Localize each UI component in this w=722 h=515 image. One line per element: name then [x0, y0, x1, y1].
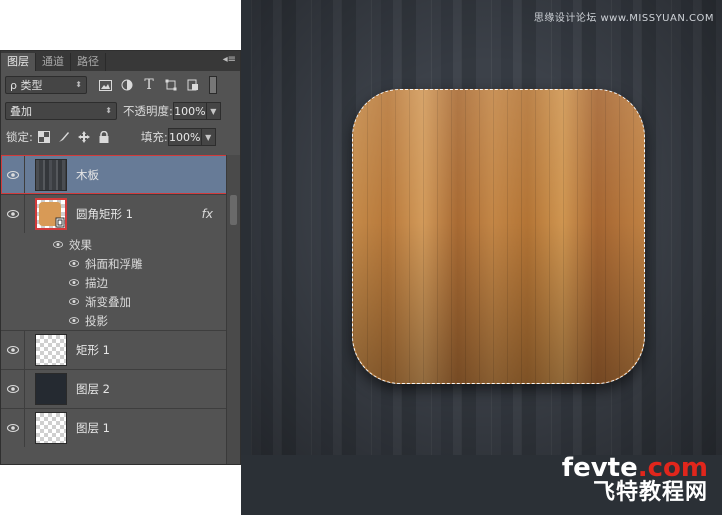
filter-toggle[interactable]: [209, 76, 217, 94]
layer-name[interactable]: 图层 1: [76, 420, 110, 436]
watermark-text: 思缘设计论坛 www.MISSYUAN.COM: [533, 13, 714, 24]
fill-dropdown-button[interactable]: ▼: [201, 128, 216, 146]
filter-kind-label: ρ 类型: [10, 79, 43, 92]
tab-channels[interactable]: 通道: [36, 53, 71, 71]
layers-list: 木板 圆角矩形 1 fx 效果 斜面和浮雕 描边 渐变叠加 投影 矩形 1 图层…: [1, 155, 227, 464]
layer-name[interactable]: 图层 2: [76, 381, 110, 397]
tab-paths[interactable]: 路径: [71, 53, 106, 71]
wood-rounded-icon-selection[interactable]: [352, 89, 645, 384]
text-filter-icon[interactable]: T: [141, 77, 157, 93]
visibility-eye-icon[interactable]: [1, 195, 25, 233]
layer-thumbnail: [35, 334, 67, 366]
lock-pixels-icon[interactable]: [57, 130, 71, 144]
opacity-input[interactable]: 100%: [172, 102, 207, 120]
visibility-eye-icon[interactable]: [1, 331, 25, 369]
opacity-dropdown-button[interactable]: ▼: [206, 102, 221, 120]
fill-label: 填充:: [140, 130, 168, 144]
visibility-eye-icon: [69, 260, 79, 267]
layer-thumbnail: [35, 159, 67, 191]
lock-label: 锁定:: [6, 130, 33, 144]
updown-arrow-icon: ⬍: [75, 80, 82, 89]
scrollbar-thumb[interactable]: [230, 195, 237, 225]
filter-row: ρ 类型 ⬍ T: [1, 73, 240, 97]
visibility-eye-icon[interactable]: [1, 370, 25, 408]
layer-row-layer2[interactable]: 图层 2: [1, 369, 227, 408]
effect-gradient-overlay[interactable]: 渐变叠加: [1, 292, 227, 311]
layer-thumbnail: [35, 412, 67, 444]
visibility-eye-icon[interactable]: [1, 409, 25, 447]
updown-arrow-icon: ⬍: [105, 106, 112, 115]
lock-position-icon[interactable]: [77, 130, 91, 144]
layer-row-layer1[interactable]: 图层 1: [1, 408, 227, 447]
layer-thumbnail: [35, 373, 67, 405]
layers-panel: 图层 通道 路径 ◂≡ ρ 类型 ⬍ T 叠加 ⬍ 不透明度: 100% ▼ 锁…: [0, 50, 241, 465]
brand-logo: fevte.com 飞特教程网: [562, 455, 708, 505]
effect-name: 渐变叠加: [85, 294, 131, 309]
brand-domain: .com: [637, 453, 708, 483]
brand-logo-line2: 飞特教程网: [592, 480, 708, 505]
tab-layers[interactable]: 图层: [1, 53, 36, 71]
effect-name: 斜面和浮雕: [85, 256, 143, 271]
blend-mode-value: 叠加: [10, 105, 32, 118]
lock-transparency-icon[interactable]: [37, 130, 51, 144]
layer-name[interactable]: 圆角矩形 1: [76, 206, 133, 222]
lock-row: 锁定: 填充: 100% ▼: [1, 125, 240, 149]
filter-icons: T: [97, 77, 201, 93]
visibility-eye-icon: [69, 317, 79, 324]
fill-input[interactable]: 100%: [167, 128, 202, 146]
smart-object-filter-icon[interactable]: [185, 77, 201, 93]
layer-name[interactable]: 矩形 1: [76, 342, 110, 358]
document-canvas[interactable]: 思缘设计论坛 www.MISSYUAN.COM fevte.com 飞特教程网: [241, 0, 722, 515]
layers-scrollbar[interactable]: [226, 155, 240, 464]
layer-row-wood[interactable]: 木板: [1, 155, 227, 194]
brand-logo-line1: fevte.com: [562, 455, 708, 481]
visibility-eye-icon: [69, 298, 79, 305]
effect-name: 描边: [85, 275, 108, 290]
filter-kind-select[interactable]: ρ 类型 ⬍: [5, 76, 87, 94]
blend-mode-select[interactable]: 叠加 ⬍: [5, 102, 117, 120]
effect-bevel-emboss[interactable]: 斜面和浮雕: [1, 254, 227, 273]
panel-menu-icon[interactable]: ◂≡: [223, 54, 236, 65]
visibility-eye-icon: [69, 279, 79, 286]
fx-icon[interactable]: fx: [202, 207, 213, 221]
lock-all-icon[interactable]: [97, 130, 111, 144]
effects-header[interactable]: 效果: [1, 235, 227, 254]
layer-name[interactable]: 木板: [76, 167, 99, 183]
visibility-eye-icon[interactable]: [1, 156, 25, 194]
panel-tabs: 图层 通道 路径 ◂≡: [1, 51, 240, 71]
adjustment-filter-icon[interactable]: [119, 77, 135, 93]
effect-stroke[interactable]: 描边: [1, 273, 227, 292]
lock-icons: [37, 130, 111, 144]
blend-row: 叠加 ⬍ 不透明度: 100% ▼: [1, 99, 240, 123]
effect-drop-shadow[interactable]: 投影: [1, 311, 227, 330]
brand-name: fevte: [561, 453, 638, 483]
layer-thumbnail: [35, 198, 67, 230]
effects-label: 效果: [69, 237, 92, 252]
shape-filter-icon[interactable]: [163, 77, 179, 93]
effect-name: 投影: [85, 313, 108, 328]
opacity-label: 不透明度:: [123, 104, 173, 118]
layer-row-rounded-rect[interactable]: 圆角矩形 1 fx: [1, 194, 227, 233]
layer-row-rectangle[interactable]: 矩形 1: [1, 330, 227, 369]
image-filter-icon[interactable]: [97, 77, 113, 93]
